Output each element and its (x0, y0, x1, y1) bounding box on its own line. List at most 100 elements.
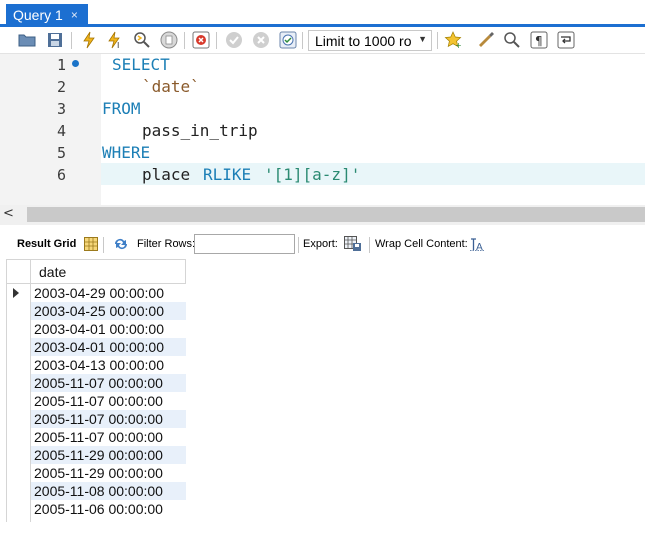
find-icon[interactable] (503, 31, 521, 49)
row-indicator[interactable] (6, 356, 31, 374)
code-line: 5 WHERE (0, 142, 645, 164)
row-indicator[interactable] (6, 392, 31, 410)
table-cell-date[interactable]: 2005-11-07 00:00:00 (31, 410, 186, 428)
code-line: 2 `date` (0, 76, 645, 98)
row-indicator[interactable] (6, 482, 31, 500)
toolbar-separator (302, 32, 303, 49)
table-row[interactable]: 2003-04-13 00:00:00 (6, 356, 186, 374)
wrap-lines-icon[interactable] (557, 31, 575, 49)
svg-text:+: + (455, 41, 462, 49)
table-row[interactable]: 2005-11-08 00:00:00 (6, 482, 186, 500)
table-row[interactable]: 2005-11-07 00:00:00 (6, 410, 186, 428)
explain-icon[interactable] (133, 31, 151, 49)
wrap-cell-content-label: Wrap Cell Content: (375, 238, 468, 250)
table-row[interactable]: 2005-11-07 00:00:00 (6, 428, 186, 446)
add-snippet-star-icon[interactable]: + (444, 31, 462, 49)
table-row[interactable]: 2003-04-01 00:00:00 (6, 320, 186, 338)
tab-title: Query 1 (13, 7, 63, 23)
table-cell-date[interactable]: 2005-11-07 00:00:00 (31, 428, 186, 446)
grid-header: date (6, 259, 186, 284)
row-indicator[interactable] (6, 374, 31, 392)
row-indicator[interactable] (6, 284, 31, 302)
grid-row-indicator-tail (6, 518, 31, 522)
table-row[interactable]: 2005-11-06 00:00:00 (6, 500, 186, 518)
row-indicator[interactable] (6, 410, 31, 428)
export-icon[interactable] (344, 236, 362, 255)
table-cell-date[interactable]: 2005-11-06 00:00:00 (31, 500, 186, 518)
toolbar-separator (216, 32, 217, 49)
line-number: 4 (56, 122, 66, 140)
refresh-icon[interactable] (113, 237, 129, 254)
limit-rows-value: Limit to 1000 ro (315, 32, 412, 49)
editor-toolbar: I Limit to 1000 ro ▼ + ¶ (0, 27, 645, 54)
table-cell-date[interactable]: 2003-04-01 00:00:00 (31, 338, 186, 356)
code-text: place (142, 165, 191, 184)
toggle-error-icon[interactable] (192, 31, 210, 49)
code-keyword: RLIKE (203, 165, 252, 184)
table-row[interactable]: 2005-11-07 00:00:00 (6, 374, 186, 392)
table-cell-date[interactable]: 2005-11-07 00:00:00 (31, 374, 186, 392)
toolbar-separator (298, 237, 299, 253)
result-toolbar: Result Grid Filter Rows: Export: Wrap Ce… (0, 233, 645, 257)
open-folder-icon[interactable] (18, 31, 36, 49)
table-cell-date[interactable]: 2003-04-13 00:00:00 (31, 356, 186, 374)
toolbar-separator (369, 237, 370, 253)
table-cell-date[interactable]: 2005-11-07 00:00:00 (31, 392, 186, 410)
line-number: 2 (56, 78, 66, 96)
row-indicator[interactable] (6, 464, 31, 482)
code-text: WHERE (102, 143, 151, 162)
code-text: SELECT (112, 55, 170, 74)
invisibles-icon[interactable]: ¶ (530, 31, 548, 49)
row-indicator[interactable] (6, 428, 31, 446)
scrollbar-thumb[interactable] (27, 207, 645, 222)
toolbar-separator (184, 32, 185, 49)
table-row[interactable]: 2005-11-07 00:00:00 (6, 392, 186, 410)
column-header-date[interactable]: date (39, 264, 66, 280)
row-indicator[interactable] (6, 302, 31, 320)
limit-rows-select[interactable]: Limit to 1000 ro ▼ (308, 30, 432, 51)
code-line: 6 place RLIKE '[1][a-z]' (0, 164, 645, 186)
table-cell-date[interactable]: 2003-04-29 00:00:00 (31, 284, 186, 302)
beautify-icon[interactable] (477, 31, 495, 49)
autocommit-icon[interactable] (279, 31, 297, 49)
execute-icon[interactable] (80, 31, 98, 49)
table-row[interactable]: 2003-04-25 00:00:00 (6, 302, 186, 320)
code-line: 4 pass_in_trip (0, 120, 645, 142)
table-row[interactable]: 2003-04-01 00:00:00 (6, 338, 186, 356)
code-text: pass_in_trip (142, 121, 258, 140)
close-icon[interactable]: × (71, 8, 78, 22)
row-indicator[interactable] (6, 500, 31, 518)
table-cell-date[interactable]: 2005-11-29 00:00:00 (31, 446, 186, 464)
tab-query-1[interactable]: Query 1 × (6, 4, 88, 26)
grid-view-icon[interactable] (84, 237, 98, 254)
row-indicator[interactable] (6, 338, 31, 356)
editor-horizontal-scrollbar[interactable]: < (0, 205, 645, 225)
commit-icon[interactable] (225, 31, 243, 49)
code-line: 1 SELECT (0, 54, 645, 76)
code-line: 3 FROM (0, 98, 645, 120)
tab-bar: Query 1 × (0, 0, 645, 27)
table-cell-date[interactable]: 2003-04-25 00:00:00 (31, 302, 186, 320)
row-indicator[interactable] (6, 446, 31, 464)
save-icon[interactable] (46, 31, 64, 49)
svg-text:¶: ¶ (535, 34, 543, 48)
execute-current-icon[interactable]: I (106, 31, 124, 49)
row-indicator[interactable] (6, 320, 31, 338)
result-grid-label[interactable]: Result Grid (17, 238, 76, 250)
line-number: 5 (56, 144, 66, 162)
table-cell-date[interactable]: 2003-04-01 00:00:00 (31, 320, 186, 338)
table-cell-date[interactable]: 2005-11-29 00:00:00 (31, 464, 186, 482)
table-cell-date[interactable]: 2005-11-08 00:00:00 (31, 482, 186, 500)
chevron-left-icon[interactable]: < (3, 206, 14, 221)
wrap-cell-icon[interactable]: A (470, 238, 484, 254)
filter-rows-input[interactable] (194, 234, 295, 254)
rollback-icon[interactable] (252, 31, 270, 49)
statement-marker-icon (72, 60, 79, 67)
stop-icon[interactable] (160, 31, 178, 49)
code-text: `date` (142, 77, 200, 96)
row-indicator-header[interactable] (7, 260, 31, 283)
sql-editor[interactable]: 1 SELECT 2 `date` 3 FROM 4 pass_in_trip … (0, 54, 645, 205)
table-row[interactable]: 2005-11-29 00:00:00 (6, 464, 186, 482)
table-row[interactable]: 2003-04-29 00:00:00 (6, 284, 186, 302)
table-row[interactable]: 2005-11-29 00:00:00 (6, 446, 186, 464)
